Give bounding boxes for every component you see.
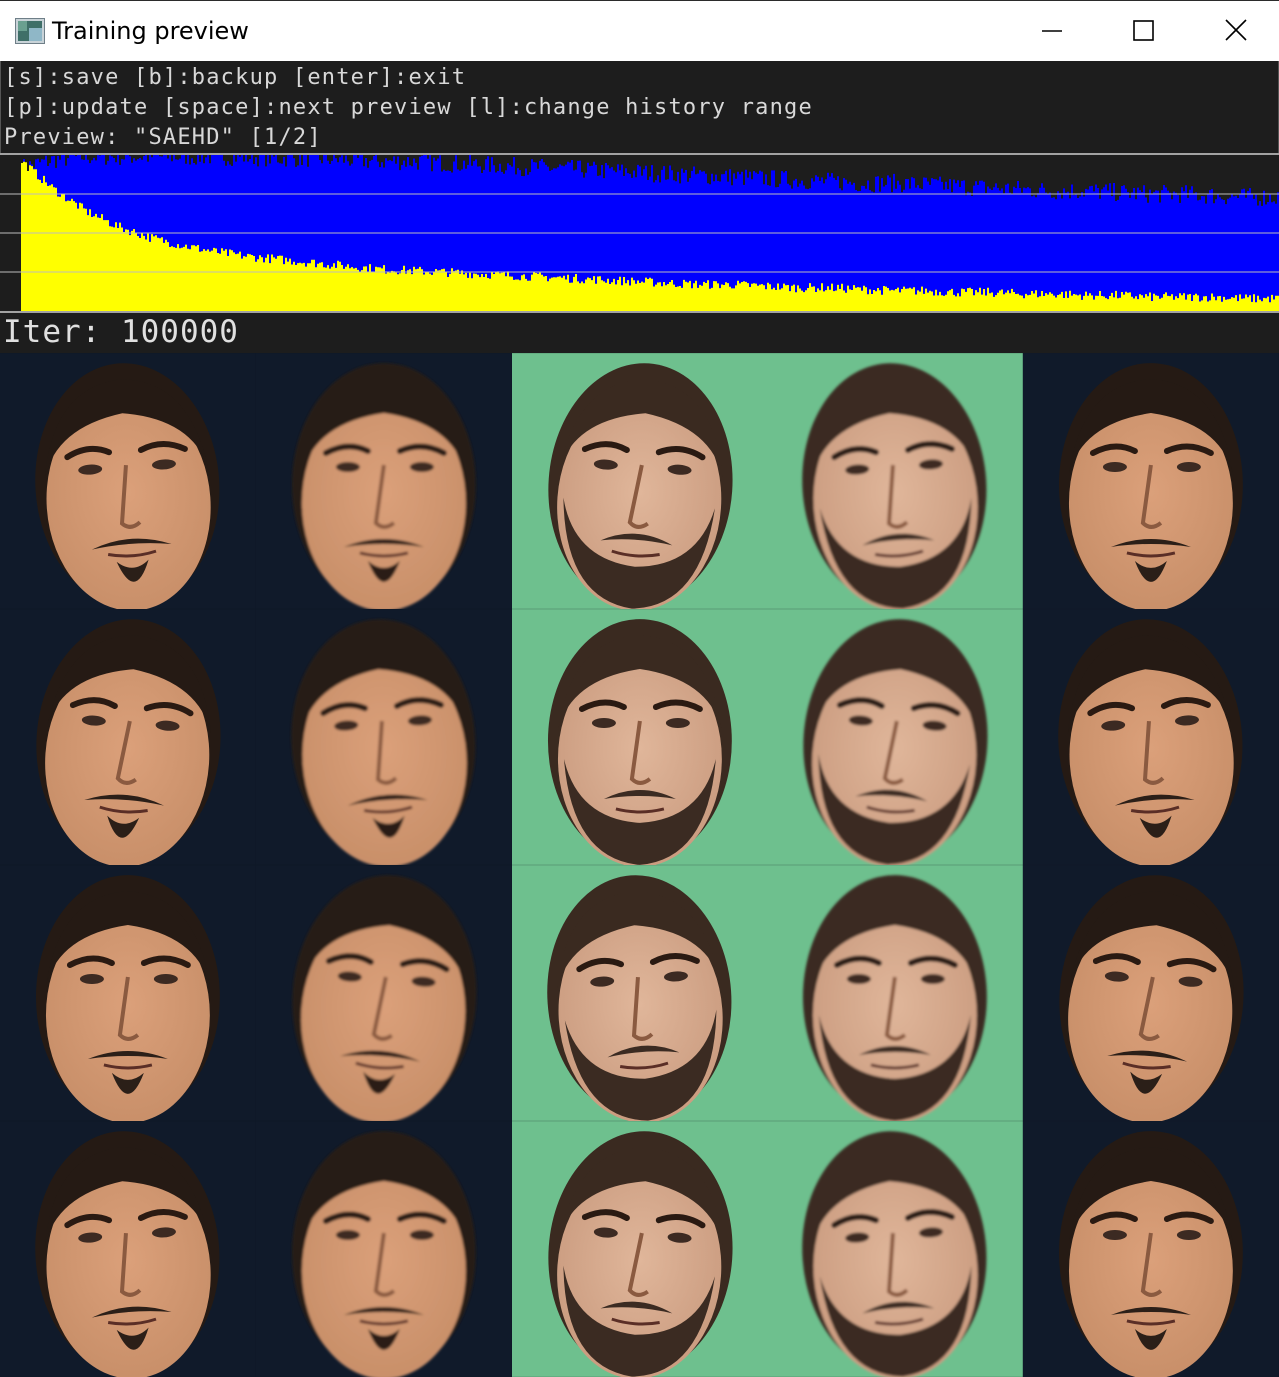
maximize-icon — [1133, 20, 1154, 41]
preview-cell — [767, 1121, 1024, 1377]
face-image — [511, 865, 768, 1121]
minimize-icon — [1042, 30, 1062, 32]
preview-cell — [1023, 353, 1279, 609]
face-image — [0, 1121, 256, 1377]
face-image — [0, 865, 256, 1121]
face-image — [767, 353, 1024, 609]
preview-cell — [1023, 609, 1279, 865]
preview-cell — [255, 1121, 512, 1377]
face-image — [0, 353, 256, 609]
app-window-icon — [15, 18, 45, 44]
preview-cell — [1023, 1121, 1279, 1377]
loss-history-chart — [0, 153, 1279, 313]
preview-cell — [511, 609, 768, 865]
face-image — [1023, 353, 1279, 609]
close-icon — [1225, 19, 1247, 41]
maximize-button[interactable] — [1097, 1, 1189, 61]
title-bar: Training preview — [0, 0, 1279, 61]
preview-cell — [0, 353, 256, 609]
iteration-bar: Iter: 100000 — [0, 313, 1279, 353]
face-image — [767, 865, 1024, 1121]
face-image — [767, 609, 1024, 865]
face-image — [255, 609, 512, 865]
preview-cell — [767, 865, 1024, 1121]
preview-cell — [0, 865, 256, 1121]
preview-cell — [255, 865, 512, 1121]
face-image — [255, 1121, 512, 1377]
preview-cell — [511, 1121, 768, 1377]
face-image — [0, 609, 256, 865]
face-image — [255, 353, 512, 609]
minimize-button[interactable] — [1005, 1, 1097, 61]
preview-cell — [511, 865, 768, 1121]
preview-cell — [255, 353, 512, 609]
face-image — [1023, 609, 1279, 865]
face-image — [767, 1121, 1024, 1377]
keyboard-hints-panel: [s]:save [b]:backup [enter]:exit [p]:upd… — [0, 61, 1279, 155]
face-image — [255, 865, 512, 1121]
face-image — [511, 353, 768, 609]
preview-cell — [0, 609, 256, 865]
face-image — [511, 1121, 768, 1377]
hint-line-save-backup-exit: [s]:save [b]:backup [enter]:exit — [4, 65, 467, 90]
preview-grid — [0, 353, 1279, 1377]
window-title: Training preview — [52, 17, 249, 45]
face-image — [511, 609, 768, 865]
face-image — [1023, 865, 1279, 1121]
preview-label: Preview: "SAEHD" [1/2] — [4, 125, 322, 150]
face-image — [1023, 1121, 1279, 1377]
preview-cell — [255, 609, 512, 865]
hint-line-update-preview-history: [p]:update [space]:next preview [l]:chan… — [4, 95, 813, 120]
preview-cell — [767, 353, 1024, 609]
preview-cell — [0, 1121, 256, 1377]
close-button[interactable] — [1189, 1, 1279, 61]
preview-cell — [767, 609, 1024, 865]
iteration-counter: Iter: 100000 — [3, 314, 239, 350]
preview-cell — [1023, 865, 1279, 1121]
preview-cell — [511, 353, 768, 609]
